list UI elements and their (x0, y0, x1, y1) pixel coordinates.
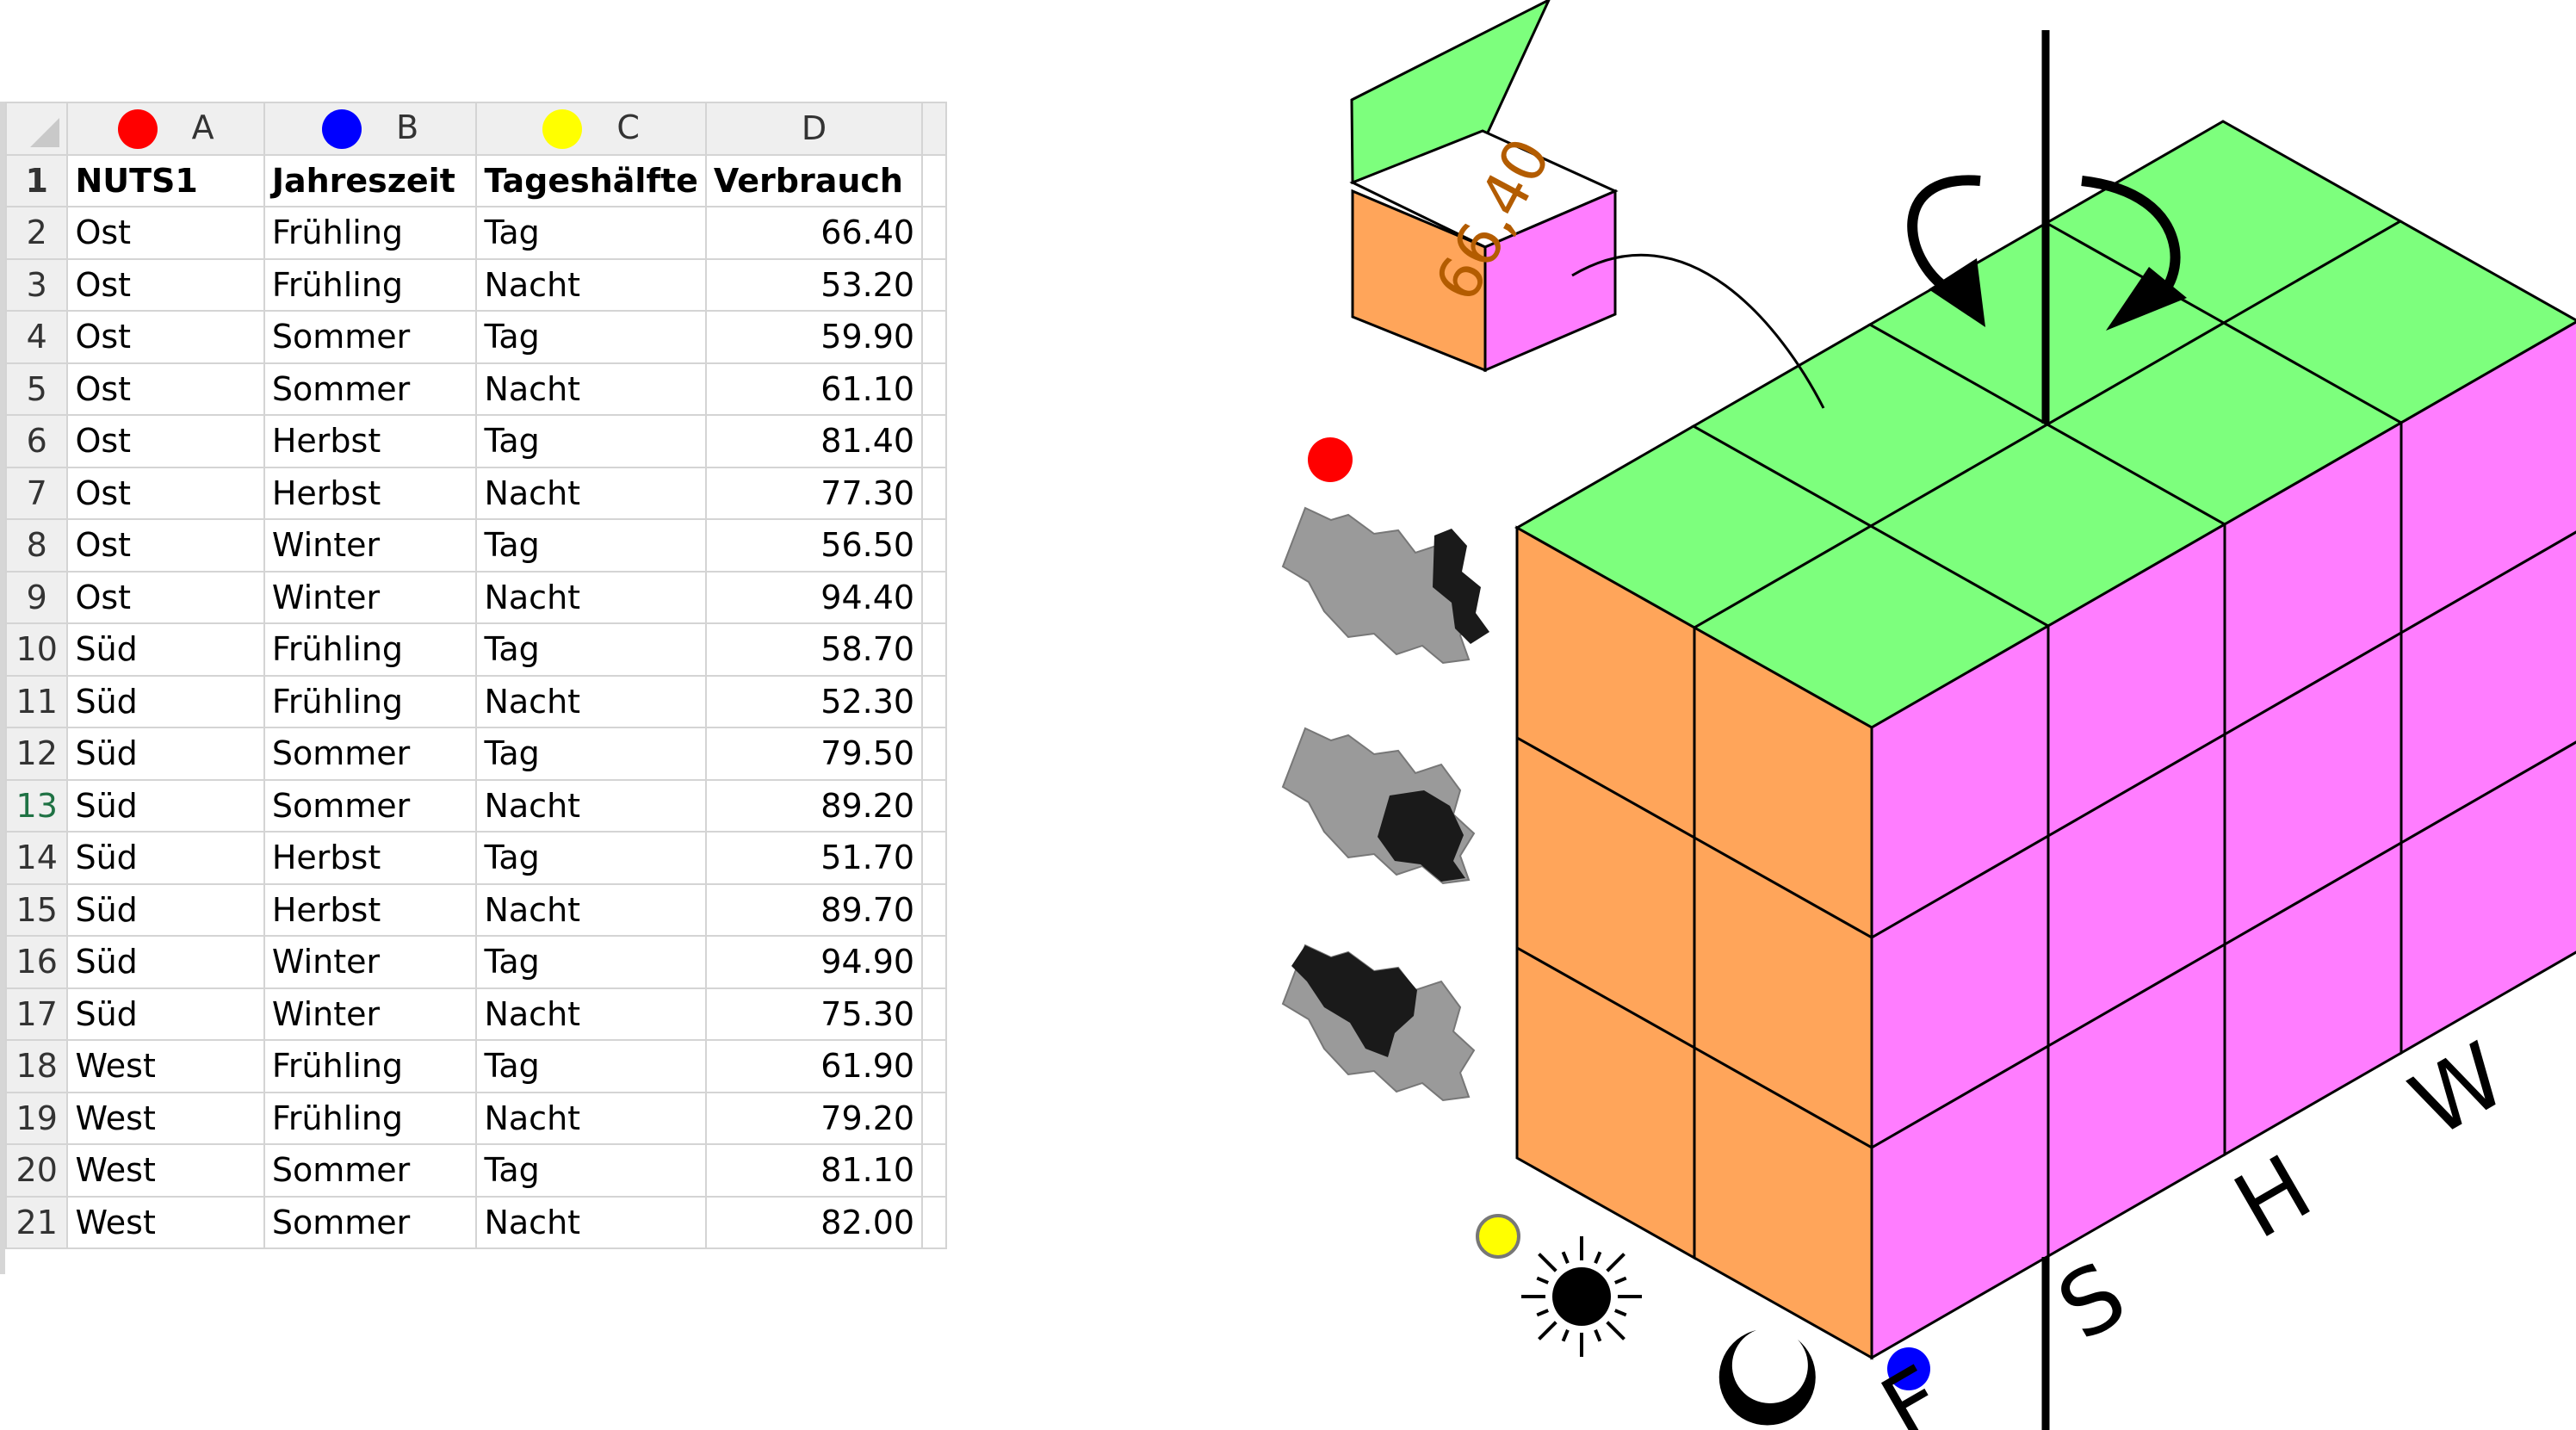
sun-ray (1614, 1309, 1627, 1317)
region-map-icon (1281, 506, 1489, 665)
sun-ray (1594, 1329, 1602, 1342)
sun-ray (1536, 1276, 1549, 1285)
region-map-icon (1281, 944, 1476, 1102)
dayhalf-dot-icon (1476, 1214, 1520, 1259)
season-label: S (2041, 1241, 2143, 1361)
region-map-icon (1281, 727, 1476, 885)
sun-ray (1538, 1321, 1557, 1340)
sun-ray (1538, 1253, 1557, 1272)
sun-ray (1561, 1251, 1570, 1264)
season-label: H (2218, 1135, 2329, 1260)
sun-ray (1606, 1321, 1625, 1340)
sun-ray (1606, 1253, 1625, 1272)
sun-ray (1536, 1309, 1549, 1317)
sun-icon (1521, 1236, 1642, 1357)
sun-ray (1594, 1251, 1602, 1264)
moon-icon (1718, 1330, 1816, 1426)
season-label: F (1865, 1346, 1962, 1430)
region-dot-icon (1308, 437, 1353, 482)
detail-cell-cube: 66,40 (1349, 0, 1825, 409)
data-cube-diagram: 66,40 FSHW (1281, 0, 2576, 1430)
sun-ray (1614, 1276, 1627, 1285)
sun-ray (1561, 1329, 1570, 1342)
sun-core (1552, 1267, 1611, 1326)
